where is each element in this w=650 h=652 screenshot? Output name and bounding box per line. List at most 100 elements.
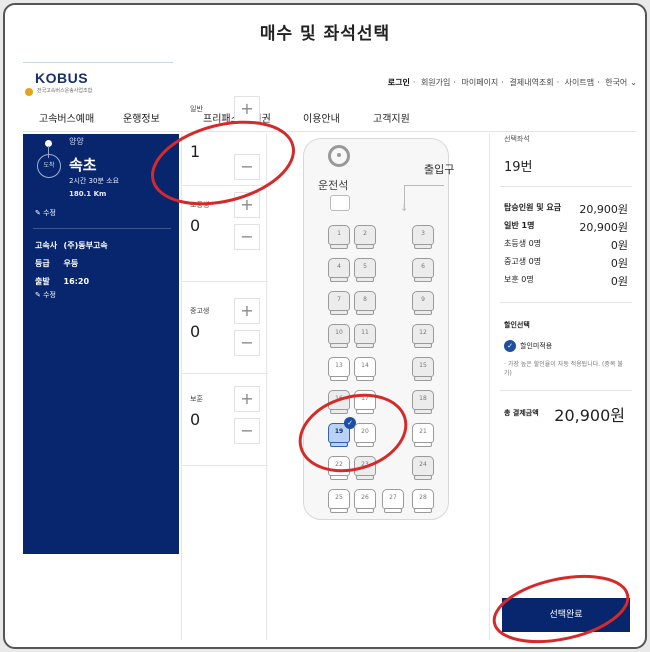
seat-cushion <box>356 442 374 447</box>
seat-number: 2 <box>363 230 367 237</box>
seat-27[interactable]: 27 <box>382 489 404 513</box>
seat-number: 12 <box>419 329 427 336</box>
discount-option-label: 할인미적용 <box>520 342 553 350</box>
dialog-title: 매수 및 좌석선택 <box>259 24 391 44</box>
seat-11: 11 <box>354 324 376 348</box>
grade-row: 등급 우등 <box>35 258 78 269</box>
seat-number: 21 <box>419 428 427 435</box>
seat-number: 22 <box>335 461 343 468</box>
selected-seat-value: 19번 <box>504 160 533 175</box>
seat-1: 1 <box>328 225 350 249</box>
seat-cushion <box>330 343 348 348</box>
seat-16: 16 <box>328 390 350 414</box>
utility-nav: 로그인 · 회원가입 · 마이페이지 · 결제내역조회 · 사이트맵 · 한국어 ⌄ <box>387 78 637 87</box>
minus-button[interactable]: − <box>234 330 260 356</box>
link-login[interactable]: 로그인 <box>388 78 410 87</box>
minus-button[interactable]: − <box>234 224 260 250</box>
link-signup[interactable]: 회원가입 <box>421 78 450 87</box>
seat-cushion <box>414 376 432 381</box>
depart-key: 출발 <box>35 277 50 286</box>
seat-number: 18 <box>419 395 427 402</box>
discount-option[interactable]: ✓ 할인미적용 <box>504 340 552 352</box>
plus-button[interactable]: + <box>234 298 260 324</box>
booking-summary: 선택좌석 19번 탑승인원 및 요금 20,900원 일반 1명 20,900원… <box>489 134 637 640</box>
seat-number: 10 <box>335 329 343 336</box>
seat-2: 2 <box>354 225 376 249</box>
grade-key: 등급 <box>35 259 50 268</box>
seat-cushion <box>330 409 348 414</box>
seat-number: 28 <box>419 494 427 501</box>
language-select[interactable]: 한국어 <box>605 78 627 87</box>
arrival-badge: 도착 <box>37 154 61 178</box>
plus-button[interactable]: + <box>234 96 260 122</box>
seat-cushion <box>330 442 348 447</box>
counter-adult: 일반 1 + − <box>182 94 268 186</box>
fare-key: 초등생 0명 <box>504 239 542 248</box>
counter-value: 0 <box>190 322 201 341</box>
fare-value: 20,900원 <box>579 221 628 234</box>
seat-number: 3 <box>421 230 425 237</box>
seat-9: 9 <box>412 291 434 315</box>
seat-10: 10 <box>328 324 350 348</box>
seat-13[interactable]: 13 <box>328 357 350 381</box>
kobus-logo[interactable]: KOBUS 전국고속버스운송사업조합 <box>23 70 103 100</box>
seat-19[interactable]: 19 ✓ <box>328 417 356 447</box>
counter-label: 초등생 <box>190 201 210 209</box>
summary-divider <box>500 390 632 391</box>
counter-student: 중고생 0 + − <box>182 282 268 374</box>
carrier-key: 고속사 <box>35 241 58 250</box>
seat-26[interactable]: 26 <box>354 489 376 513</box>
discount-note: · 가장 높은 할인율이 자동 적용됩니다. (중복 불가) <box>504 361 623 377</box>
seat-12: 12 <box>412 324 434 348</box>
seat-22[interactable]: 22 <box>328 456 350 480</box>
seat-20[interactable]: 20 <box>354 423 376 447</box>
trip-info-panel: 양양 도착 속초 2시간 30분 소요 180.1 Km ✎ 수정 고속사 (주… <box>23 134 179 554</box>
minus-button[interactable]: − <box>234 418 260 444</box>
seat-number: 5 <box>363 263 367 270</box>
depart-time: 16:20 <box>63 277 90 286</box>
summary-divider <box>500 186 632 187</box>
driver-label: 운전석 <box>318 179 349 192</box>
seat-cushion <box>414 277 432 282</box>
confirm-button[interactable]: 선택완료 <box>502 598 630 632</box>
seat-cushion <box>356 310 374 315</box>
seat-14[interactable]: 14 <box>354 357 376 381</box>
link-payment-history[interactable]: 결제내역조회 <box>509 78 553 87</box>
seat-28[interactable]: 28 <box>412 489 434 513</box>
seat-number: 14 <box>361 362 369 369</box>
link-mypage[interactable]: 마이페이지 <box>461 78 498 87</box>
seat-cushion <box>414 343 432 348</box>
counter-child: 초등생 0 + − <box>182 190 268 282</box>
edit-time-button[interactable]: ✎ 수정 <box>35 290 56 300</box>
nav-support[interactable]: 고객지원 <box>373 110 410 125</box>
fare-key: 일반 1명 <box>504 221 535 230</box>
logo-text: KOBUS <box>35 70 89 86</box>
seat-21[interactable]: 21 <box>412 423 434 447</box>
door-label: 출입구 <box>424 163 455 176</box>
panel-divider <box>33 228 171 229</box>
minus-button[interactable]: − <box>234 154 260 180</box>
driver-seat-icon <box>330 195 350 211</box>
seat-cushion <box>414 310 432 315</box>
seat-24: 24 <box>412 456 434 480</box>
edit-route-button[interactable]: ✎ 수정 <box>35 208 56 218</box>
logo-subtext: 전국고속버스운송사업조합 <box>37 88 93 94</box>
main-nav: 고속버스예매 운행정보 프리패스/정기권 이용안내 고객지원 <box>23 110 637 132</box>
link-sitemap[interactable]: 사이트맵 <box>565 78 594 87</box>
fare-value: 0원 <box>610 239 628 252</box>
nav-reservation[interactable]: 고속버스예매 <box>39 110 94 125</box>
seat-25[interactable]: 25 <box>328 489 350 513</box>
nav-schedule[interactable]: 운행정보 <box>123 110 160 125</box>
edit-route-label: 수정 <box>43 209 56 217</box>
seat-cushion <box>330 475 348 480</box>
pencil-icon: ✎ <box>35 291 41 299</box>
seat-number: 9 <box>421 296 425 303</box>
plus-button[interactable]: + <box>234 192 260 218</box>
nav-guide[interactable]: 이용안내 <box>303 110 340 125</box>
counter-value: 0 <box>190 410 201 429</box>
seat-5: 5 <box>354 258 376 282</box>
seat-17[interactable]: 17 <box>354 390 376 414</box>
counter-label: 일반 <box>190 105 203 113</box>
seat-4: 4 <box>328 258 350 282</box>
plus-button[interactable]: + <box>234 386 260 412</box>
